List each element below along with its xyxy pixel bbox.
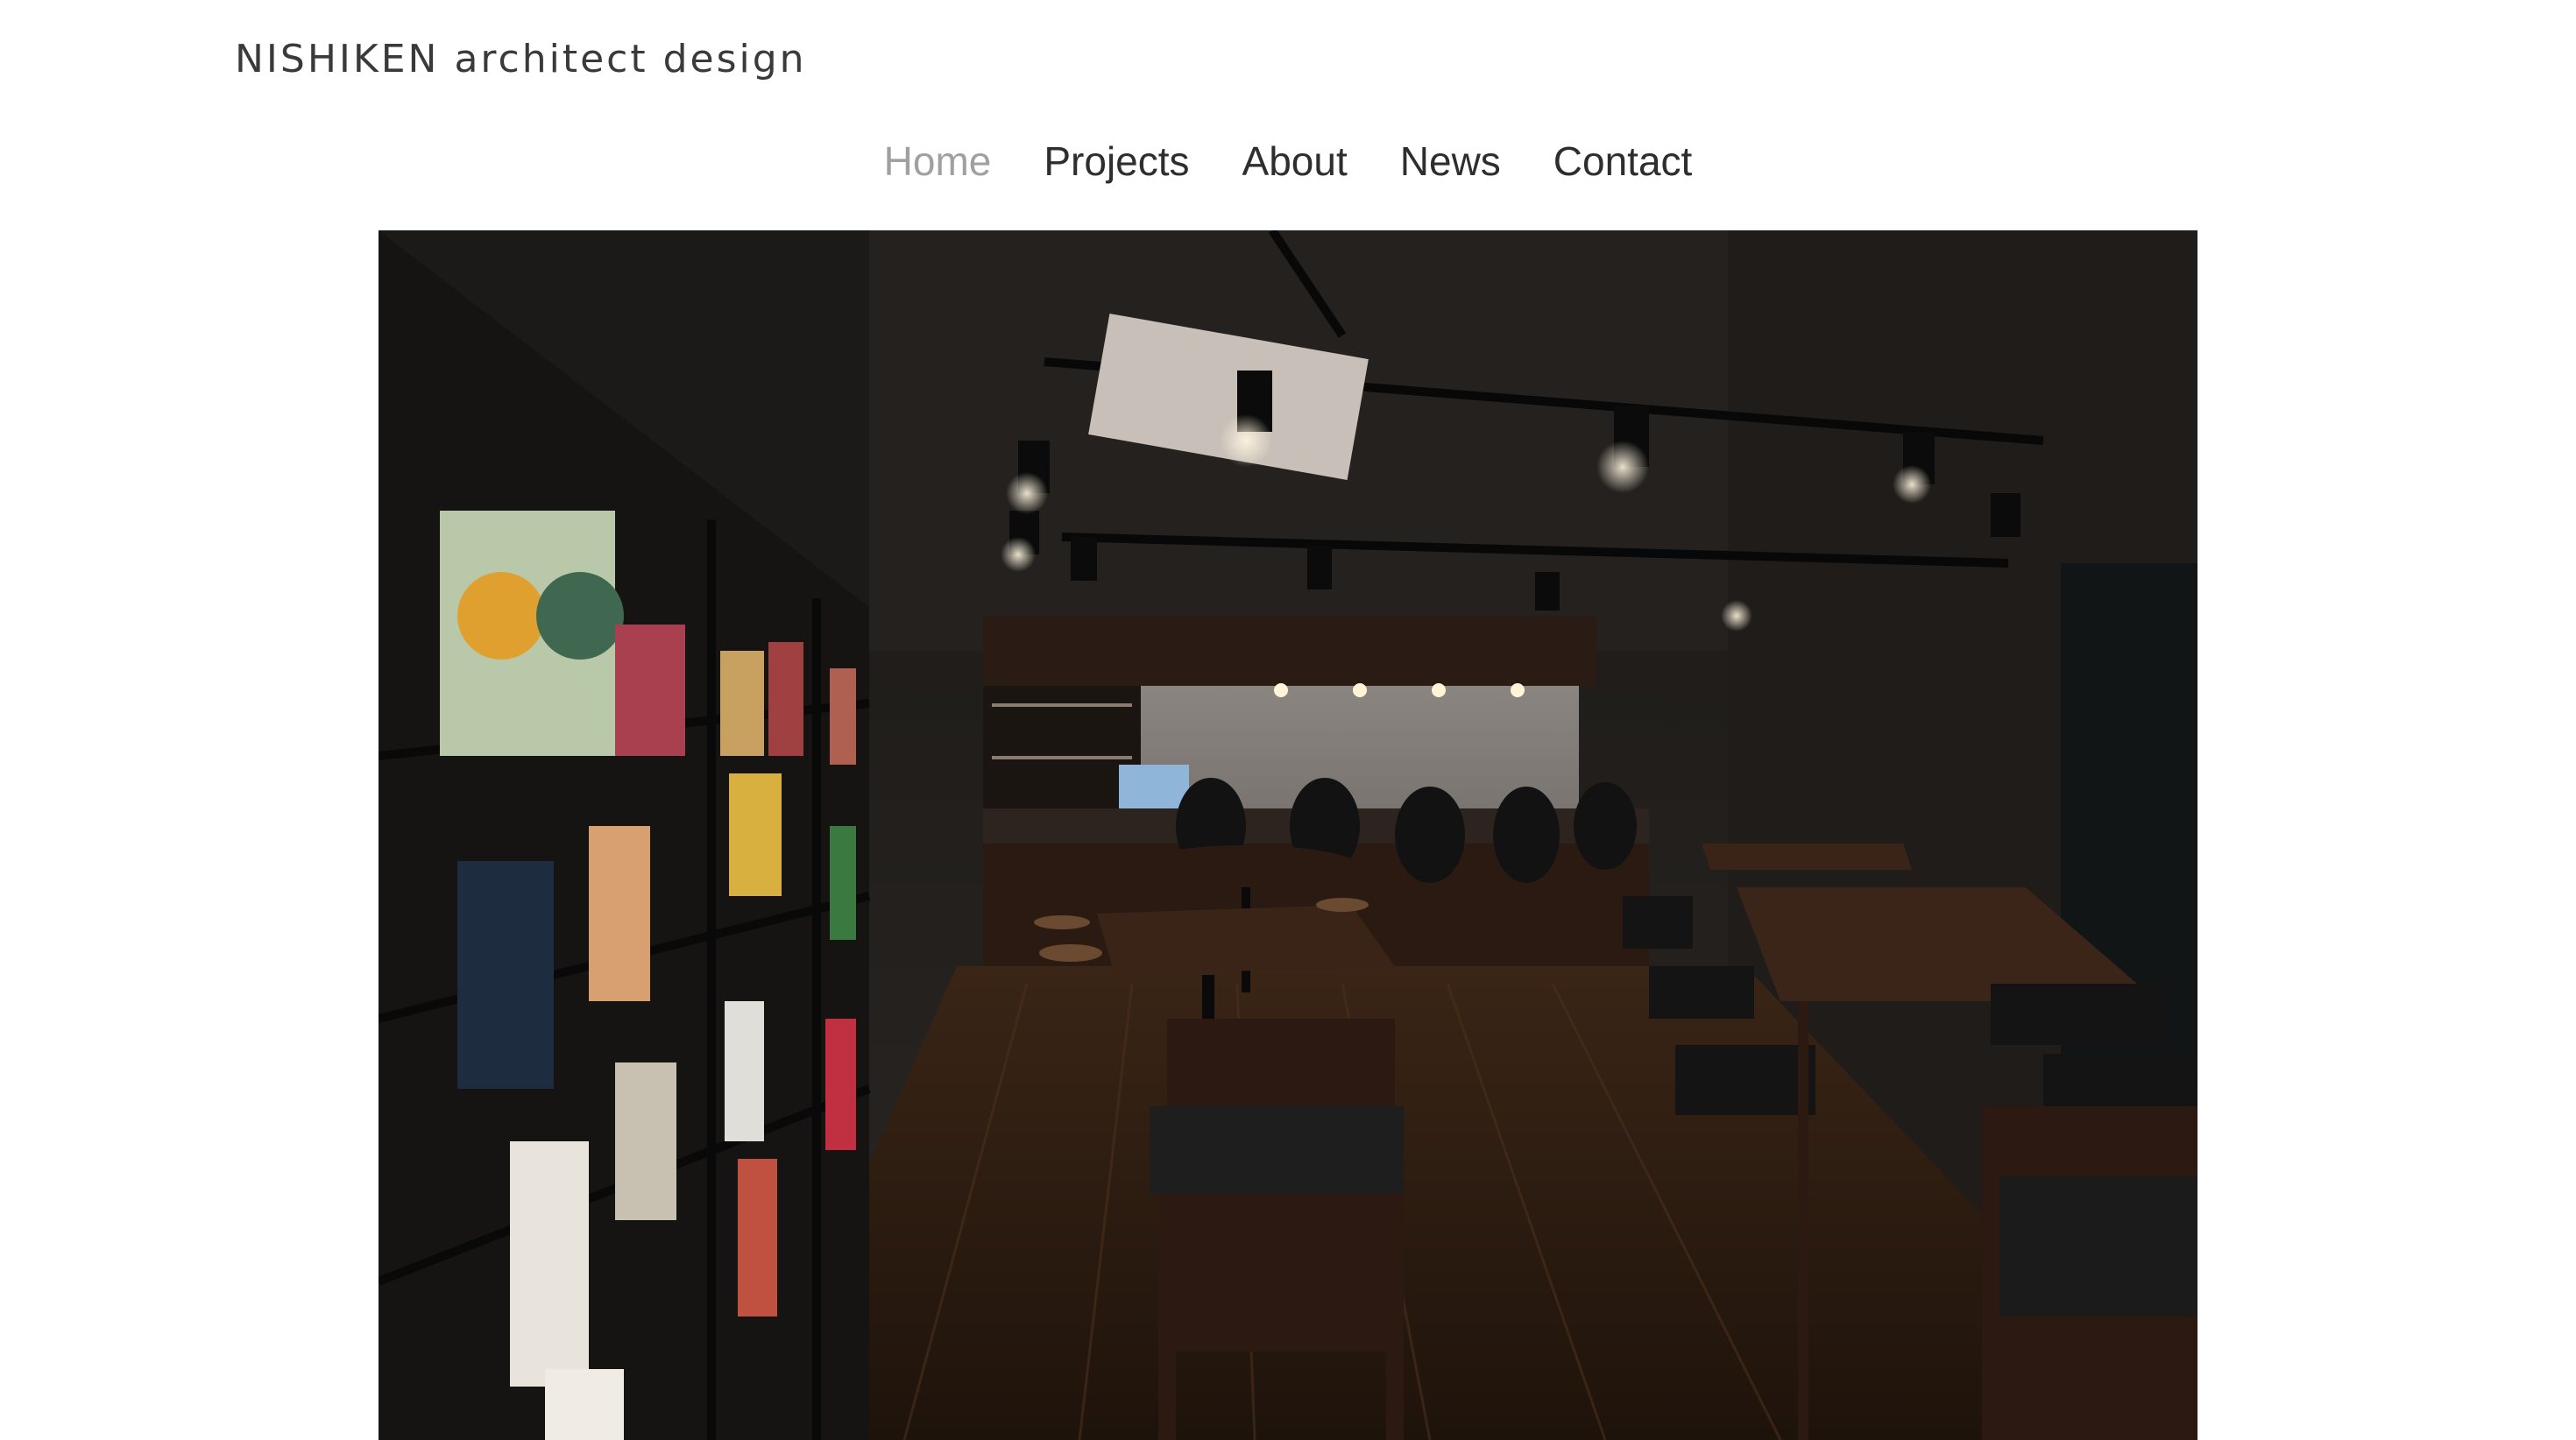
site-logo[interactable]: NISHIKEN architect design: [235, 35, 807, 84]
hero-photo-illustration: [379, 230, 2197, 1440]
page: NISHIKEN architect design Home Projects …: [0, 0, 2576, 1440]
nav-item-home[interactable]: Home: [884, 137, 992, 186]
nav-item-news[interactable]: News: [1400, 137, 1501, 186]
main-nav: Home Projects About News Contact: [0, 137, 2576, 186]
nav-item-contact[interactable]: Contact: [1553, 137, 1693, 186]
nav-item-about[interactable]: About: [1242, 137, 1348, 186]
nav-item-projects[interactable]: Projects: [1044, 137, 1189, 186]
hero-image[interactable]: [379, 230, 2197, 1440]
